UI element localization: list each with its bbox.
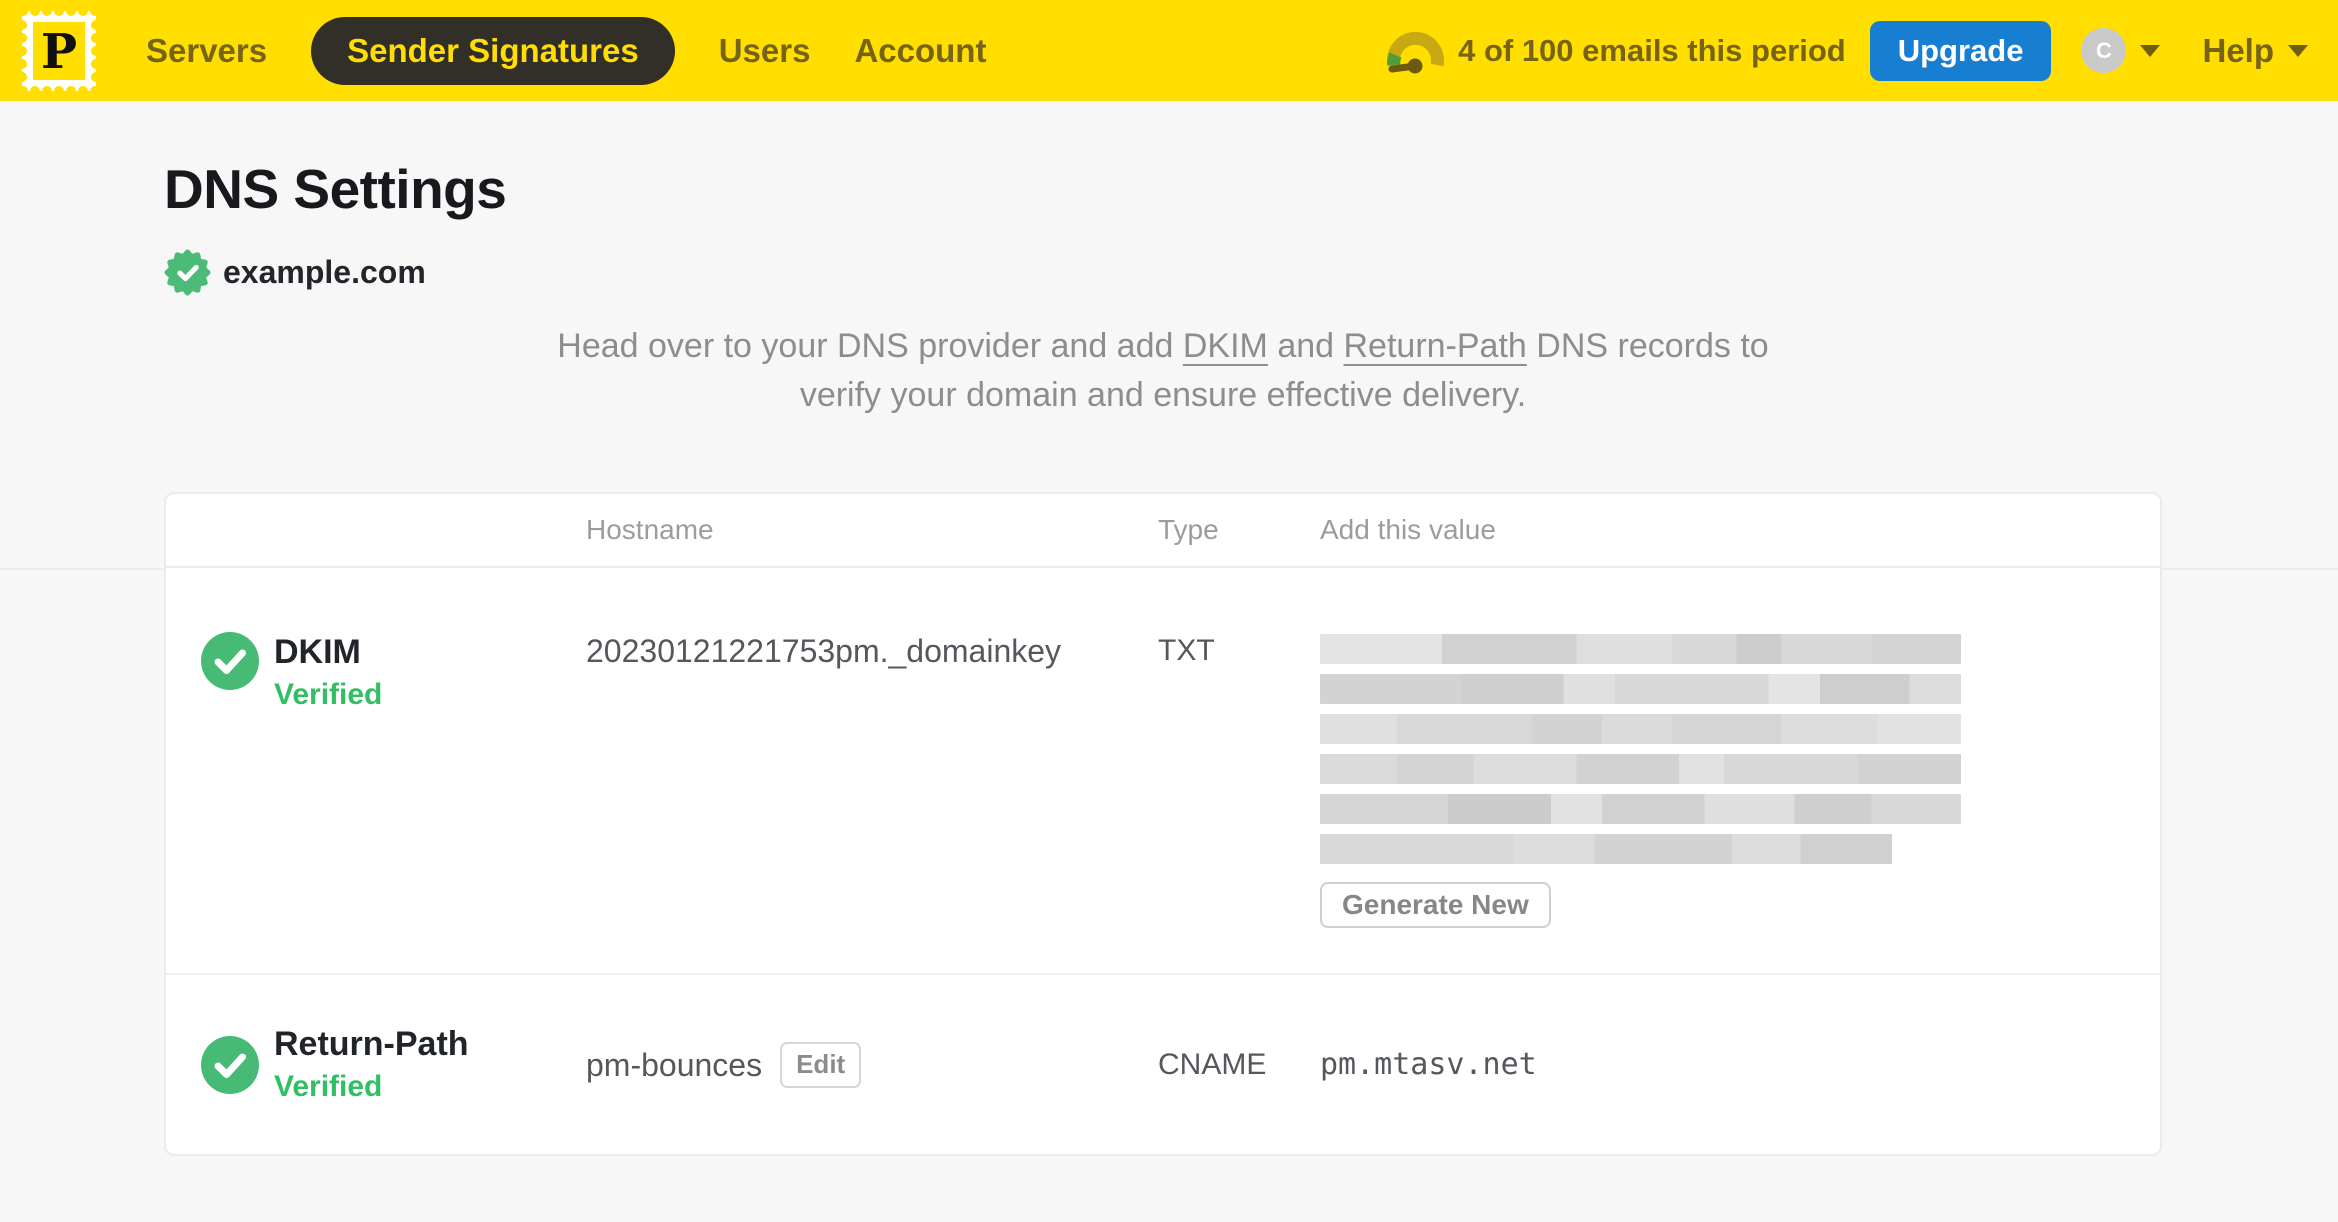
help-label: Help (2202, 31, 2274, 69)
verified-check-icon (201, 632, 259, 690)
postmark-logo[interactable]: P (22, 10, 96, 91)
redacted-line (1320, 714, 1961, 744)
record-name: Return-Path (274, 1025, 469, 1063)
dns-instructions: Head over to your DNS provider and add D… (164, 322, 2162, 420)
logo-letter: P (41, 24, 77, 80)
status-badge: Verified (274, 1070, 383, 1103)
chevron-down-icon (2140, 44, 2161, 57)
edit-button[interactable]: Edit (780, 1041, 862, 1088)
dkim-link[interactable]: DKIM (1183, 327, 1268, 365)
upgrade-button[interactable]: Upgrade (1869, 20, 2052, 81)
nav-item-servers[interactable]: Servers (146, 32, 267, 70)
column-header-hostname: Hostname (586, 514, 714, 545)
table-row-dkim: DKIM Verified 20230121221753pm._domainke… (166, 568, 2160, 975)
instructions-line-2: verify your domain and ensure effective … (799, 376, 1527, 414)
avatar[interactable]: C (2081, 28, 2127, 73)
dkim-type: TXT (1158, 634, 1215, 667)
generate-new-button[interactable]: Generate New (1320, 882, 1551, 928)
page-title: DNS Settings (164, 158, 507, 220)
redacted-line (1320, 634, 1961, 664)
redacted-line (1320, 754, 1961, 784)
usage-gauge-icon (1387, 31, 1445, 73)
dkim-hostname: 20230121221753pm._domainkey (586, 633, 1062, 669)
return-path-type: CNAME (1158, 1047, 1267, 1081)
dns-records-card: Hostname Type Add this value DKIM Verifi… (0, 492, 2338, 1156)
verified-check-icon (201, 1035, 259, 1094)
redacted-line (1320, 794, 1961, 824)
nav-item-sender-signatures[interactable]: Sender Signatures (311, 16, 675, 85)
dkim-value-redacted (1320, 634, 1961, 864)
return-path-value: pm.mtasv.net (1320, 1047, 1537, 1082)
dns-settings-page: DNS Settings example.com Head over to yo… (0, 157, 2338, 1156)
status-badge: Verified (274, 678, 383, 711)
instructions-line-1: Head over to your DNS provider and add D… (557, 327, 1769, 365)
nav-item-users[interactable]: Users (719, 32, 811, 70)
usage-counter: 4 of 100 emails this period (1458, 32, 1846, 68)
return-path-link[interactable]: Return-Path (1344, 327, 1527, 365)
column-header-type: Type (1158, 514, 1219, 545)
record-name: DKIM (274, 633, 361, 671)
return-path-hostname: pm-bounces Edit (586, 1041, 1158, 1088)
account-avatar-menu[interactable]: C (2081, 28, 2161, 73)
top-navbar: P Servers Sender Signatures Users Accoun… (0, 0, 2338, 101)
verified-domain: example.com (164, 249, 2338, 296)
navbar-right-group: 4 of 100 emails this period Upgrade C He… (1386, 20, 2308, 81)
verified-seal-icon (164, 249, 211, 296)
column-header-value: Add this value (1320, 514, 1496, 545)
domain-name: example.com (223, 254, 426, 290)
chevron-down-icon (2288, 44, 2308, 57)
table-header: Hostname Type Add this value (166, 494, 2160, 568)
redacted-line (1320, 674, 1961, 704)
nav-item-account[interactable]: Account (854, 32, 986, 70)
table-row-return-path: Return-Path Verified pm-bounces Edit CNA… (166, 975, 2160, 1154)
redacted-line (1320, 834, 1892, 864)
help-menu[interactable]: Help (2202, 32, 2308, 70)
